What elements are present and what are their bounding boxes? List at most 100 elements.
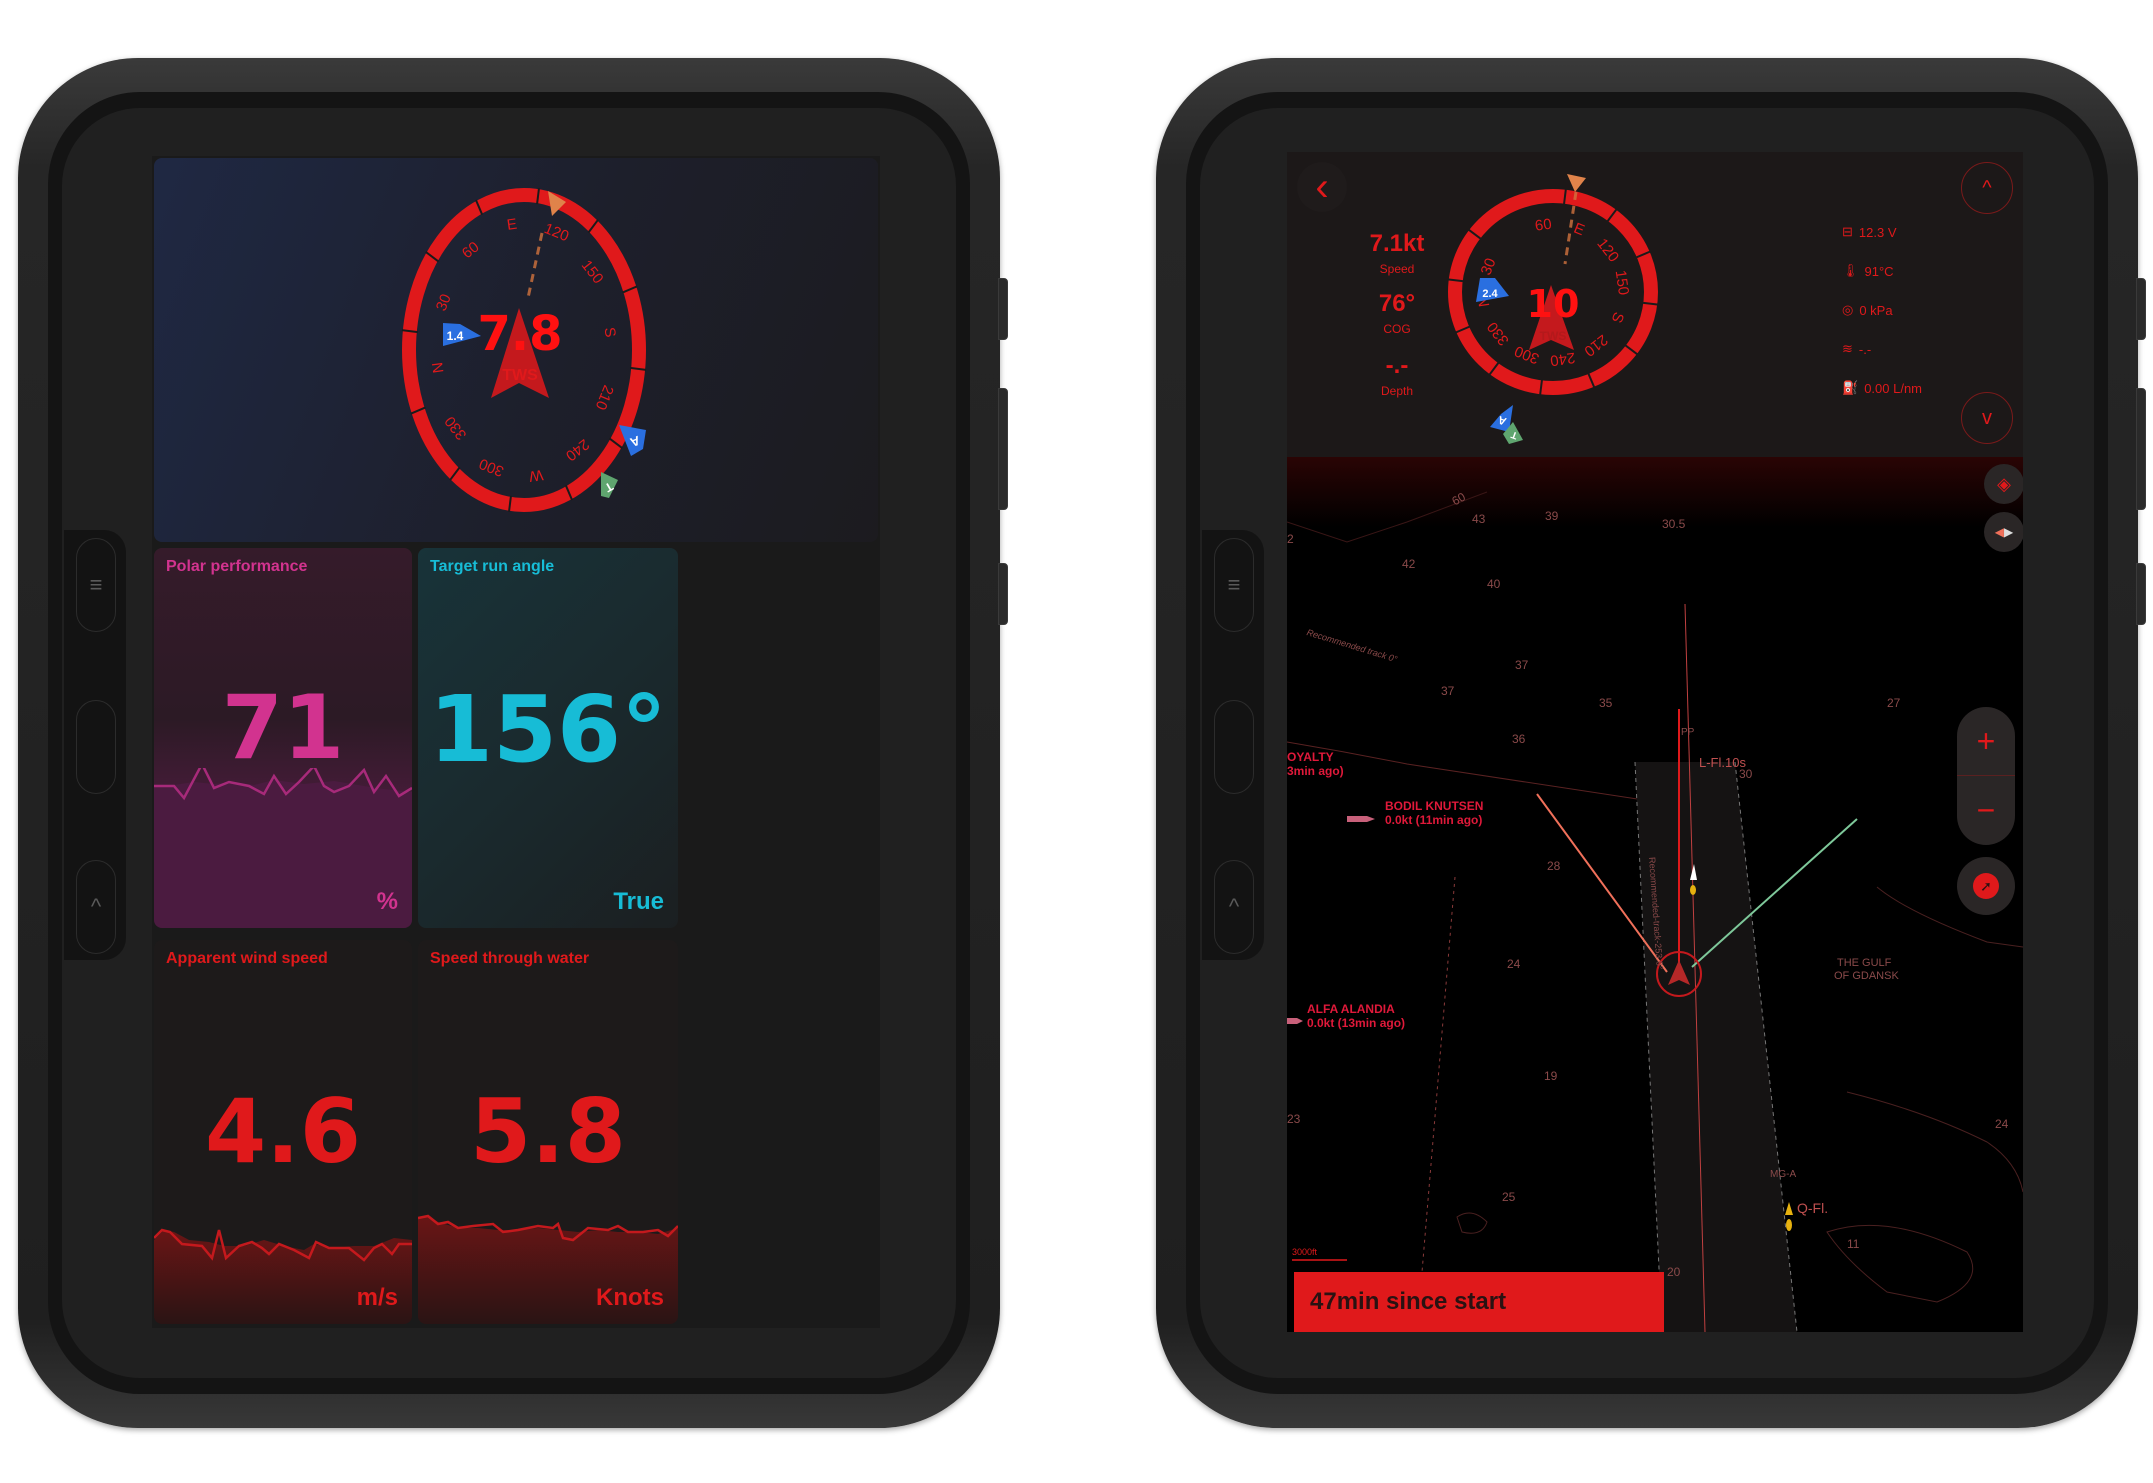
polar-performance-unit: % bbox=[376, 888, 398, 915]
side-hardware-button[interactable] bbox=[998, 388, 1008, 510]
depth-sounding: 27 bbox=[1887, 696, 1901, 710]
polar-sparkline bbox=[154, 768, 412, 928]
ais-vessel-info: 0.0kt (13min ago) bbox=[1307, 1016, 1406, 1030]
depth-sounding: 36 bbox=[1512, 732, 1526, 746]
side-hardware-button[interactable] bbox=[2136, 278, 2146, 340]
battery-value: 12.3 V bbox=[1858, 224, 1897, 240]
polar-performance-tile[interactable]: Polar performance 71 % bbox=[154, 548, 412, 928]
compass-label: 30 bbox=[433, 292, 455, 314]
depth-sounding: 37 bbox=[1515, 658, 1529, 672]
compass-label: S bbox=[1608, 309, 1628, 325]
buoy-light-icon bbox=[1786, 1219, 1792, 1231]
side-hardware-button[interactable] bbox=[2136, 563, 2146, 625]
battery-icon: ⊟ bbox=[1842, 224, 1853, 239]
layers-button[interactable]: ◈ bbox=[1984, 464, 2023, 504]
polar-performance-value: 71 bbox=[221, 676, 345, 779]
zoom-out-button[interactable]: − bbox=[1957, 776, 2015, 844]
apparent-wind-speed-tile[interactable]: Apparent wind speed 4.6 m/s bbox=[154, 940, 412, 1324]
compass-label: 240 bbox=[562, 435, 592, 464]
depth-sounding: 39 bbox=[1545, 509, 1559, 523]
compass-label: 210 bbox=[592, 383, 617, 413]
ais-vessel-icon[interactable] bbox=[1347, 816, 1375, 822]
area-label: OF GDANSK bbox=[1834, 970, 1899, 982]
menu-button[interactable]: ≡ bbox=[76, 538, 116, 632]
temperature-icon: 🌡 bbox=[1842, 263, 1859, 278]
dashed-boundary bbox=[1416, 876, 1456, 1332]
ais-vessel-name: OYALTY bbox=[1287, 750, 1334, 764]
target-run-angle-tile[interactable]: Target run angle 156° True bbox=[418, 548, 678, 928]
pressure-value: 0 kPa bbox=[1859, 302, 1893, 318]
ais-vessel-icon[interactable] bbox=[1287, 1018, 1303, 1024]
fuel-stat: ⛽ 0.00 L/nm bbox=[1842, 380, 1922, 396]
right-screen: 43 39 30.5 42 40 37 37 35 27 36 30 28 24… bbox=[1287, 152, 2023, 1332]
target-run-angle-value: 156° bbox=[428, 676, 668, 783]
menu-button[interactable]: ≡ bbox=[1214, 538, 1254, 632]
orientation-button[interactable]: ◀▶ bbox=[1984, 512, 2023, 552]
home-button[interactable] bbox=[1214, 700, 1254, 794]
tws-label: TWS bbox=[502, 367, 538, 384]
tws-value: 10 bbox=[1527, 282, 1580, 326]
depth-sounding: 35 bbox=[1599, 696, 1613, 710]
apparent-wind-speed-unit: m/s bbox=[356, 1284, 398, 1311]
contour-line bbox=[1846, 1091, 2023, 1193]
compass-label: E bbox=[1571, 220, 1587, 240]
compass-label: 330 bbox=[1484, 318, 1513, 348]
chevron-up-icon: ^ bbox=[1982, 176, 1992, 199]
chevron-down-icon: v bbox=[1982, 406, 1992, 429]
fuel-value: 0.00 L/nm bbox=[1864, 380, 1923, 396]
race-timer-banner[interactable]: 47min since start bbox=[1294, 1272, 1664, 1332]
buoy-label: Q-Fl. bbox=[1797, 1200, 1829, 1216]
buoy-label: L-Fl.10s bbox=[1699, 755, 1746, 770]
side-hardware-button[interactable] bbox=[2136, 388, 2146, 510]
depth-sounding: 20 bbox=[1667, 1265, 1681, 1279]
heading-line bbox=[526, 232, 544, 299]
depth-sounding: 30.5 bbox=[1662, 517, 1686, 531]
chevron-up-icon: ^ bbox=[1228, 894, 1240, 919]
tile-title: Speed through water bbox=[430, 950, 590, 967]
wind-compass-tile[interactable]: E 120 150 S 210 240 W 300 330 N 30 60 7.8 TWS 1.4 A… bbox=[154, 158, 878, 542]
compass-label: W bbox=[527, 466, 544, 485]
depth-sounding: 25 bbox=[1502, 1190, 1516, 1204]
side-hardware-button[interactable] bbox=[998, 563, 1008, 625]
pressure-stat: ◎ 0 kPa bbox=[1842, 302, 1893, 318]
depth-sounding: 19 bbox=[1544, 1069, 1558, 1083]
apparent-wind-speed-value: 4.6 bbox=[205, 1080, 361, 1183]
menu-icon: ≡ bbox=[89, 572, 103, 597]
ais-label[interactable]: BODIL KNUTSEN 0.0kt (11min ago) bbox=[1385, 799, 1483, 827]
tile-title: Polar performance bbox=[166, 558, 308, 575]
signal-icon: ≋ bbox=[1842, 341, 1853, 356]
speed-through-water-tile[interactable]: Speed through water 5.8 Knots bbox=[418, 940, 678, 1324]
up-button[interactable]: ^ bbox=[1214, 860, 1254, 954]
zoom-in-button[interactable]: + bbox=[1957, 707, 2015, 776]
buoy-top-label: PP bbox=[1681, 727, 1695, 738]
target-run-angle-unit: True bbox=[613, 888, 664, 915]
compass-label: 120 bbox=[1593, 235, 1622, 265]
scroll-down-button[interactable]: v bbox=[1961, 392, 2013, 444]
compass-label: S bbox=[601, 326, 619, 338]
depth-sounding: 2 bbox=[1287, 532, 1294, 546]
compass-icon: ➚ bbox=[1973, 873, 1999, 899]
compass-label: 240 bbox=[1549, 349, 1576, 369]
scroll-up-button[interactable]: ^ bbox=[1961, 162, 2013, 214]
buoy-icon[interactable] bbox=[1785, 1202, 1793, 1215]
ais-vessel-info: 3min ago) bbox=[1287, 764, 1344, 778]
ais-label[interactable]: OYALTY 3min ago) bbox=[1287, 750, 1344, 778]
compass-label: 330 bbox=[441, 413, 470, 443]
orientation-icon: ◀▶ bbox=[1994, 525, 2014, 539]
fuel-icon: ⛽ bbox=[1842, 380, 1859, 395]
depth-sounding: 37 bbox=[1441, 684, 1455, 698]
left-side-handle: ≡ ^ bbox=[64, 530, 126, 960]
ais-vessel-info: 0.0kt (11min ago) bbox=[1385, 813, 1483, 827]
ais-label[interactable]: ALFA ALANDIA 0.0kt (13min ago) bbox=[1307, 1002, 1405, 1030]
wind-compass: 60 E120150S210240300330N30 10 TWS 2.4 A T bbox=[1447, 174, 1659, 444]
wind-flag-value: 1.4 bbox=[447, 329, 464, 343]
tile-title: Target run angle bbox=[430, 558, 555, 575]
compass-label: 60 bbox=[1534, 216, 1553, 235]
up-button[interactable]: ^ bbox=[76, 860, 116, 954]
recenter-button[interactable]: ➚ bbox=[1957, 857, 2015, 915]
home-button[interactable] bbox=[76, 700, 116, 794]
signal-value: -.- bbox=[1858, 341, 1872, 357]
side-hardware-button[interactable] bbox=[998, 278, 1008, 340]
buoy-top-label: MG-A bbox=[1770, 1169, 1797, 1180]
compass-label: 150 bbox=[1612, 269, 1632, 296]
